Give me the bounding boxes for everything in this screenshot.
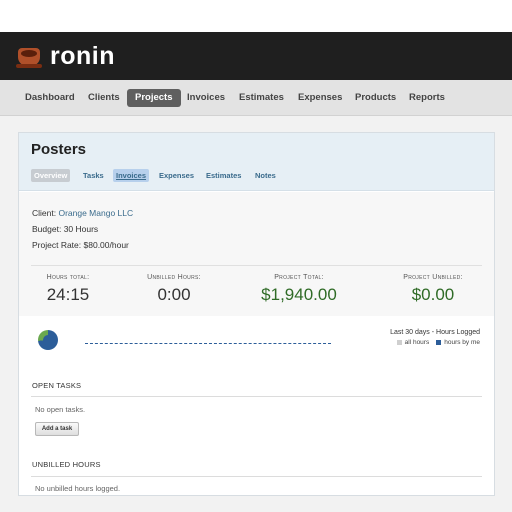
stat-value: 0:00	[157, 285, 191, 304]
stat-value: $1,940.00	[261, 285, 337, 304]
stat-value: 24:15	[46, 285, 90, 304]
rate-label: Project Rate:	[32, 240, 82, 250]
budget-value: 30 Hours	[63, 224, 99, 234]
stat-label: Unbilled Hours:	[147, 274, 201, 281]
unbilled-hours-heading: UNBILLED HOURS	[32, 460, 101, 469]
tab-tasks[interactable]: Tasks	[80, 169, 107, 182]
section-divider	[31, 396, 482, 397]
stat-project-unbilled: Project Unbilled: $0.00	[385, 274, 481, 305]
nav-invoices[interactable]: Invoices	[179, 89, 233, 107]
client-label: Client:	[32, 208, 57, 218]
stat-label: Hours total:	[46, 274, 90, 281]
nav-reports[interactable]: Reports	[401, 89, 453, 107]
client-row: Client: Orange Mango LLC	[32, 208, 133, 218]
stat-label: Project Unbilled:	[403, 274, 463, 281]
rate-value: $80.00/hour	[83, 240, 129, 250]
project-panel: Posters Overview Tasks Invoices Expenses…	[18, 132, 495, 496]
project-info: Client: Orange Mango LLC Budget: 30 Hour…	[19, 192, 494, 316]
hours-sparkline	[85, 343, 331, 344]
nav-estimates[interactable]: Estimates	[231, 89, 292, 107]
content-area: Posters Overview Tasks Invoices Expenses…	[0, 116, 512, 512]
hours-chart: Last 30 days - Hours Logged all hours ho…	[19, 316, 494, 358]
client-link[interactable]: Orange Mango LLC	[58, 208, 133, 218]
section-divider	[31, 476, 482, 477]
pie-chart-icon	[38, 330, 58, 350]
no-unbilled-message: No unbilled hours logged.	[35, 484, 121, 493]
chart-title: Last 30 days - Hours Logged	[390, 329, 480, 336]
brand-name: ronin	[50, 41, 115, 70]
open-tasks-heading: OPEN TASKS	[32, 381, 82, 390]
stat-label: Project Total:	[274, 274, 324, 281]
nav-products[interactable]: Products	[347, 89, 404, 107]
stat-hours-total: Hours total: 24:15	[33, 274, 103, 305]
rate-row: Project Rate: $80.00/hour	[32, 240, 129, 250]
legend-me-label: hours by me	[444, 339, 480, 346]
tab-overview[interactable]: Overview	[31, 169, 71, 182]
nav-clients[interactable]: Clients	[80, 89, 128, 107]
stat-project-total: Project Total: $1,940.00	[251, 274, 347, 305]
divider	[31, 265, 482, 266]
nav-projects[interactable]: Projects	[127, 89, 181, 107]
stat-value: $0.00	[411, 285, 455, 304]
nav-expenses[interactable]: Expenses	[290, 89, 350, 107]
main-nav: Dashboard Clients Projects Invoices Esti…	[0, 80, 512, 116]
budget-row: Budget: 30 Hours	[32, 224, 98, 234]
project-header: Posters Overview Tasks Invoices Expenses…	[19, 133, 494, 191]
no-tasks-message: No open tasks.	[35, 405, 86, 414]
tab-invoices[interactable]: Invoices	[113, 169, 150, 182]
stat-unbilled-hours: Unbilled Hours: 0:00	[129, 274, 219, 305]
add-task-button[interactable]: Add a task	[35, 422, 79, 436]
top-bar: ronin	[0, 32, 512, 80]
budget-label: Budget:	[32, 224, 62, 234]
legend-swatch-me	[436, 340, 442, 345]
ronin-logo[interactable]: ronin	[16, 40, 115, 72]
tab-estimates[interactable]: Estimates	[203, 169, 244, 182]
nav-dashboard[interactable]: Dashboard	[17, 89, 83, 107]
coffee-cup-icon	[16, 44, 44, 68]
tab-notes[interactable]: Notes	[252, 169, 279, 182]
legend-all-label: all hours	[404, 339, 430, 346]
legend-swatch-all	[396, 340, 402, 345]
page-title: Posters	[31, 141, 87, 158]
tab-expenses[interactable]: Expenses	[156, 169, 197, 182]
chart-legend: all hours hours by me	[396, 339, 480, 346]
